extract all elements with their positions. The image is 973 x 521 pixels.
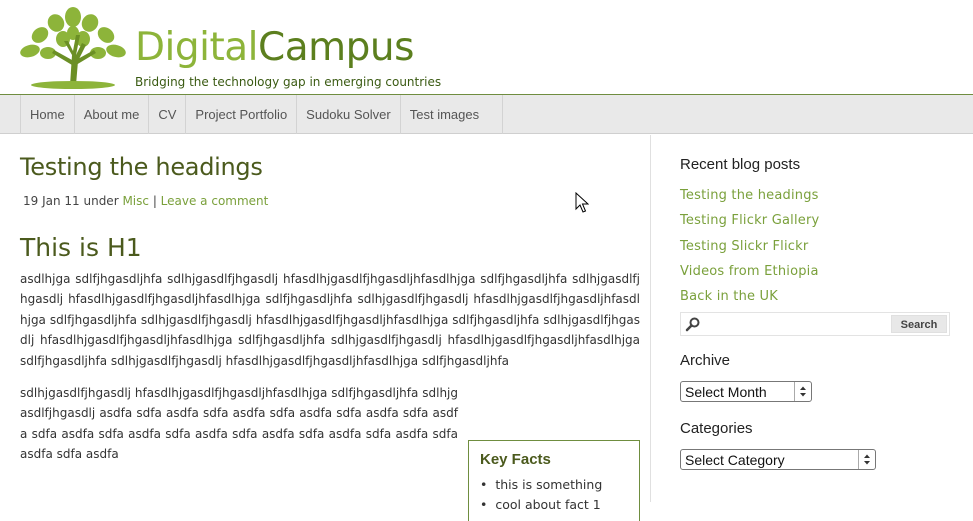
categories-heading: Categories [680, 420, 753, 437]
search-form: Search [680, 312, 950, 336]
nav-item-about-me[interactable]: About me [75, 95, 150, 134]
recent-posts-heading: Recent blog posts [680, 156, 801, 173]
site-title[interactable]: DigitalCampus [135, 24, 414, 72]
key-facts-item-text: cool about fact 1 [495, 497, 601, 512]
select-updown-icon [858, 450, 870, 469]
search-icon [685, 317, 700, 332]
post-meta: 19 Jan 11 under Misc | Leave a comment [20, 194, 640, 208]
mouse-pointer-icon [575, 192, 589, 213]
nav-item-sudoku-solver[interactable]: Sudoku Solver [297, 95, 401, 134]
post-paragraph-2: sdlhjgasdlfjhgasdlj hfasdlhjgasdlfjhgasd… [20, 386, 458, 462]
recent-post-link[interactable]: Testing Flickr Gallery [680, 213, 819, 228]
key-facts-box: Key Facts • this is something • cool abo… [468, 440, 640, 521]
post-paragraph-1: asdlhjga sdlfjhgasdljhfa sdlhjgasdlfjhga… [20, 272, 640, 368]
category-link[interactable]: Misc [122, 194, 149, 208]
search-input[interactable] [705, 315, 889, 333]
nav-item-home[interactable]: Home [21, 95, 75, 134]
nav-item-cv[interactable]: CV [149, 95, 187, 134]
post-title[interactable]: Testing the headings [20, 150, 640, 184]
nav-item-test-images[interactable]: Test images [401, 95, 503, 134]
main-content: Testing the headings 19 Jan 11 under Mis… [20, 150, 640, 521]
key-facts-title: Key Facts [480, 451, 551, 468]
key-facts-item-text: this is something [495, 477, 603, 492]
main-navigation: Home About me CV Project Portfolio Sudok… [0, 94, 973, 134]
meta-separator: | [149, 194, 161, 208]
category-select[interactable]: Select Category [680, 449, 876, 470]
archive-select-value: Select Month [685, 384, 767, 400]
recent-post-link[interactable]: Testing the headings [680, 188, 819, 203]
leave-comment-link[interactable]: Leave a comment [161, 194, 269, 208]
recent-post-link[interactable]: Back in the UK [680, 289, 778, 304]
tree-logo-icon[interactable] [18, 5, 128, 89]
brand-part-campus: Campus [257, 25, 414, 70]
search-button[interactable]: Search [891, 315, 947, 333]
post-date: 19 Jan 11 under [23, 194, 123, 208]
archive-month-select[interactable]: Select Month [680, 381, 812, 402]
nav-item-project-portfolio[interactable]: Project Portfolio [186, 95, 298, 134]
recent-post-link[interactable]: Testing Slickr Flickr [680, 239, 808, 254]
sidebar-divider [650, 135, 651, 502]
archive-heading: Archive [680, 352, 731, 369]
key-facts-item: • this is something [480, 477, 603, 492]
site-tagline: Bridging the technology gap in emerging … [135, 75, 442, 89]
category-select-value: Select Category [685, 452, 785, 468]
recent-post-link[interactable]: Videos from Ethiopia [680, 264, 819, 279]
site-header: DigitalCampus Bridging the technology ga… [0, 0, 973, 94]
brand-part-digital: Digital [135, 25, 258, 70]
heading-h1: This is H1 [20, 233, 142, 262]
select-updown-icon [794, 382, 806, 401]
key-facts-item: • cool about fact 1 [480, 497, 601, 512]
